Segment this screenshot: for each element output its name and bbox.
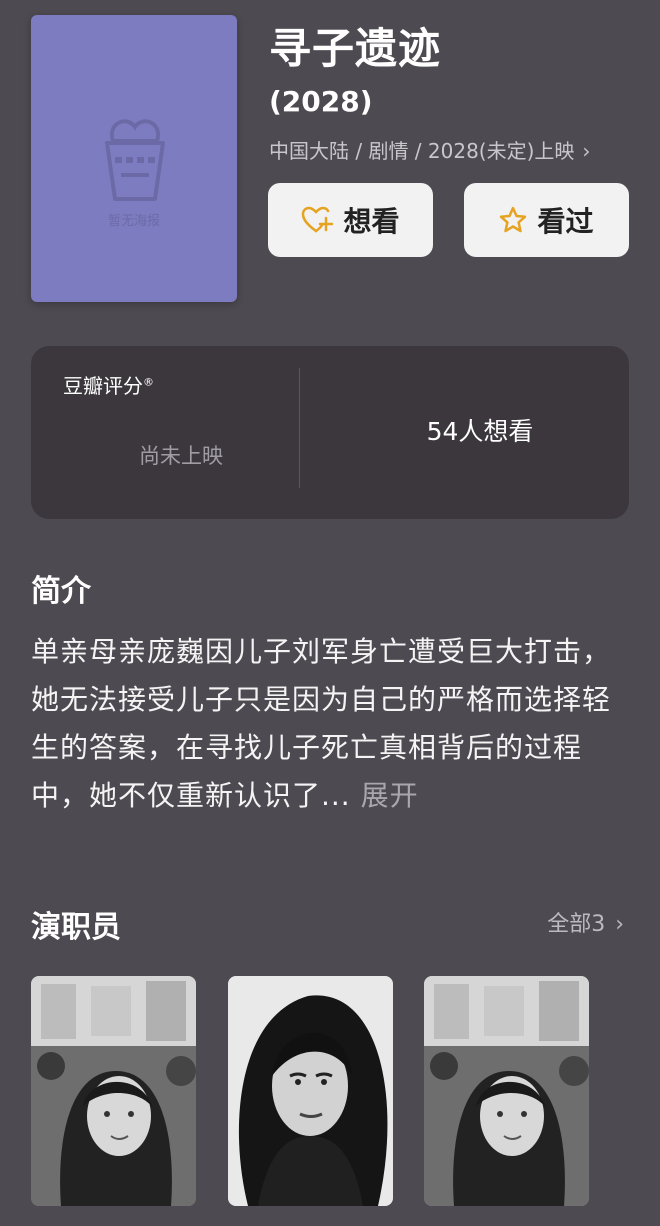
star-icon	[500, 206, 527, 233]
poster-caption: 暂无海报	[107, 214, 160, 229]
movie-meta[interactable]: 中国大陆 / 剧情 / 2028(未定)上映 ›	[269, 136, 590, 166]
want-label: 想看	[343, 205, 400, 238]
movie-title: 寻子遗迹	[269, 24, 442, 73]
cast-card[interactable]	[228, 976, 393, 1206]
poster-placeholder[interactable]: 暂无海报	[31, 15, 237, 302]
woman-photo-1	[424, 976, 589, 1206]
popcorn-icon	[105, 119, 165, 201]
intro-section-title: 简介	[31, 574, 91, 609]
want-to-watch-button[interactable]: 想看	[268, 183, 433, 257]
intro-text[interactable]: 单亲母亲庞巍因儿子刘军身亡遭受巨大打击，她无法接受儿子只是因为自己的严格而选择轻…	[31, 628, 631, 820]
movie-detail-page: 暂无海报 寻子遗迹 (2028) 中国大陆 / 剧情 / 2028(未定)上映 ›…	[0, 0, 660, 1226]
registered-mark: ®	[143, 375, 154, 389]
expand-link[interactable]: 展开	[361, 779, 419, 812]
movie-year: (2028)	[269, 85, 373, 118]
chevron-right-icon: ›	[615, 912, 624, 937]
cast-all-label: 全部3	[547, 912, 606, 937]
cast-section-title: 演职员	[31, 910, 121, 945]
cast-card[interactable]	[424, 976, 589, 1206]
want-count[interactable]: 54人想看	[331, 412, 629, 448]
rating-status: 尚未上映	[139, 444, 223, 468]
cast-view-all[interactable]: 全部3 ›	[547, 906, 624, 938]
watched-button[interactable]: 看过	[464, 183, 629, 257]
heart-plus-icon	[302, 206, 334, 233]
rating-divider	[299, 368, 300, 488]
chevron-right-icon: ›	[582, 139, 591, 163]
rating-card: 豆瓣评分® 尚未上映 54人想看	[31, 346, 629, 519]
movie-meta-text: 中国大陆 / 剧情 / 2028(未定)上映	[269, 139, 575, 163]
douban-rating-label: 豆瓣评分®	[63, 370, 154, 399]
woman-photo-1	[31, 976, 196, 1206]
seen-label: 看过	[537, 205, 594, 238]
intro-body: 单亲母亲庞巍因儿子刘军身亡遭受巨大打击，她无法接受儿子只是因为自己的严格而选择轻…	[31, 635, 612, 812]
woman-photo-2	[228, 976, 393, 1206]
rating-label-text: 豆瓣评分	[63, 374, 143, 398]
cast-card[interactable]	[31, 976, 196, 1206]
